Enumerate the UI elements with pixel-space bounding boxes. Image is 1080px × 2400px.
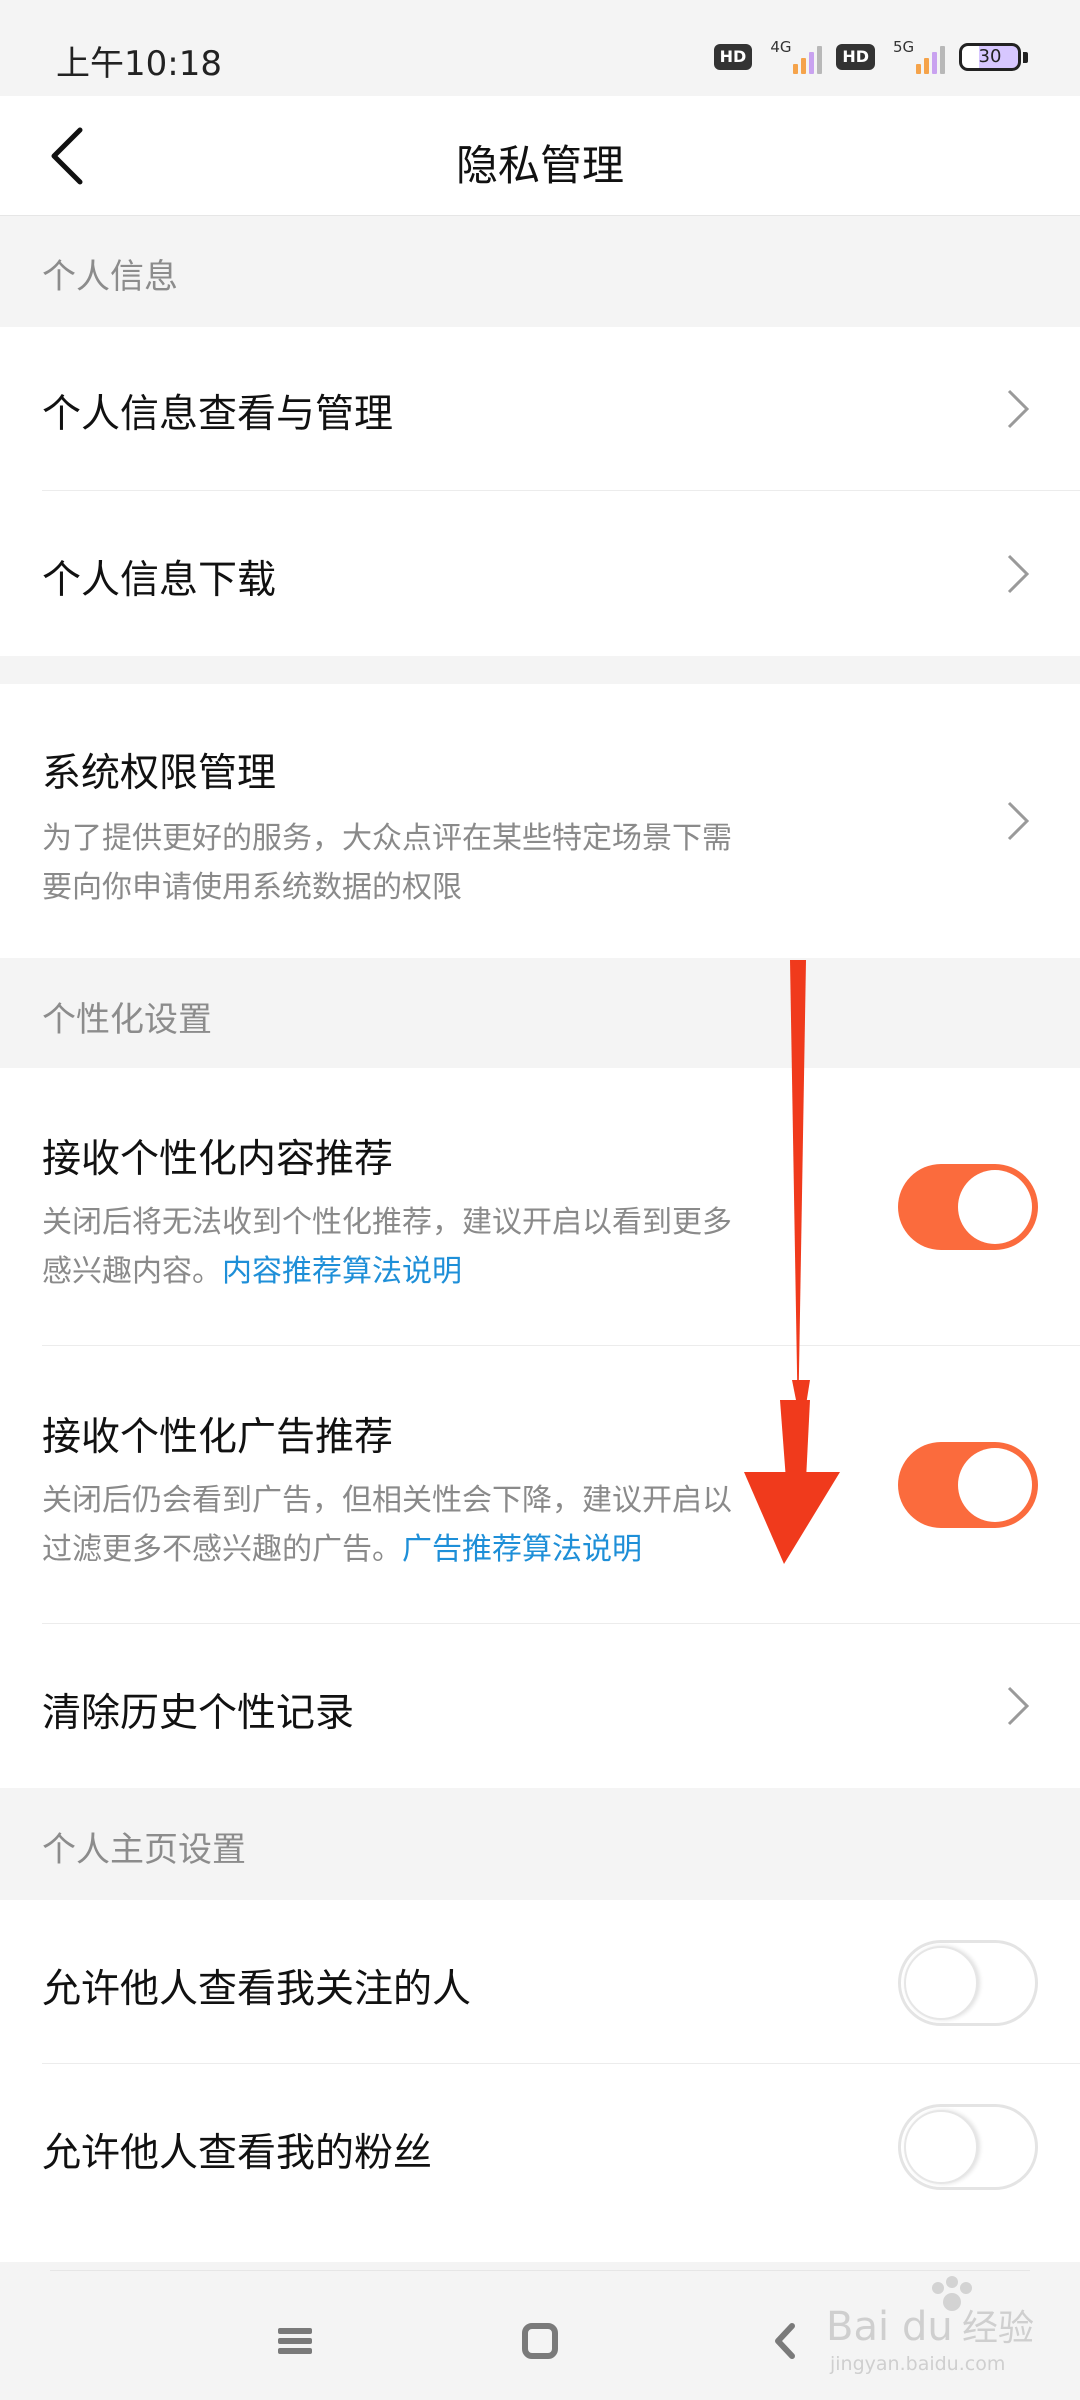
chevron-right-icon (1007, 801, 1030, 841)
section-header-personal-info: 个人信息 (0, 217, 1080, 327)
row-title: 系统权限管理 (42, 751, 277, 796)
row-personal-info-download[interactable]: 个人信息下载 (0, 491, 1080, 656)
desc-line: 过滤更多不感兴趣的广告。 (42, 1532, 402, 1567)
row-content-recommendation: 接收个性化内容推荐 关闭后将无法收到个性化推荐，建议开启以看到更多 感兴趣内容。… (0, 1068, 1080, 1346)
row-title: 接收个性化广告推荐 (42, 1415, 394, 1460)
row-title: 个人信息下载 (42, 558, 277, 603)
ad-algorithm-link[interactable]: 广告推荐算法说明 (402, 1532, 642, 1567)
content-algorithm-link[interactable]: 内容推荐算法说明 (222, 1254, 462, 1289)
desc-line: 感兴趣内容。 (42, 1254, 222, 1289)
page-title: 隐私管理 (455, 141, 624, 190)
hd-badge: HD (713, 44, 753, 70)
watermark-cn: 经验 (962, 2308, 1034, 2349)
row-title: 接收个性化内容推荐 (42, 1137, 394, 1182)
battery-level: 30 (959, 43, 1021, 71)
battery-icon: 30 (959, 43, 1028, 71)
network-label: 4G (770, 38, 792, 56)
status-bar: 上午10:18 HD 4G HD 5G 30 (0, 0, 1080, 96)
watermark-url: jingyan.baidu.com (829, 2353, 1005, 2375)
watermark-brand-suffix: du (902, 2304, 953, 2350)
section-header-label: 个人信息 (42, 257, 178, 297)
row-title: 清除历史个性记录 (42, 1691, 355, 1736)
row-personal-info-manage[interactable]: 个人信息查看与管理 (0, 327, 1080, 491)
status-icons: HD 4G HD 5G 30 (713, 38, 1028, 74)
view-following-toggle[interactable] (898, 1940, 1038, 2026)
row-title: 个人信息查看与管理 (42, 392, 394, 437)
section-header-personalization: 个性化设置 (0, 958, 1080, 1068)
network-label: 5G (893, 38, 915, 56)
section-header-profile: 个人主页设置 (0, 1788, 1080, 1900)
menu-button[interactable] (256, 2302, 336, 2382)
desc-line: 关闭后将无法收到个性化推荐，建议开启以看到更多 (42, 1205, 732, 1240)
row-title: 允许他人查看我的粉丝 (42, 2131, 433, 2176)
back-triangle-icon (775, 2323, 795, 2359)
row-description: 为了提供更好的服务，大众点评在某些特定场景下需 要向你申请使用系统数据的权限 (42, 814, 822, 912)
home-button[interactable] (500, 2302, 580, 2382)
chevron-right-icon (1007, 389, 1030, 429)
chevron-right-icon (1007, 554, 1030, 594)
row-title: 允许他人查看我关注的人 (42, 1967, 472, 2012)
row-description: 关闭后将无法收到个性化推荐，建议开启以看到更多 感兴趣内容。内容推荐算法说明 (42, 1198, 822, 1296)
section-header-label: 个性化设置 (42, 1000, 212, 1040)
desc-line: 关闭后仍会看到广告，但相关性会下降，建议开启以 (42, 1483, 732, 1518)
row-system-permissions[interactable]: 系统权限管理 为了提供更好的服务，大众点评在某些特定场景下需 要向你申请使用系统… (0, 684, 1080, 958)
desc-line: 为了提供更好的服务，大众点评在某些特定场景下需 (42, 821, 732, 856)
ad-recommendation-toggle[interactable] (898, 1442, 1038, 1528)
home-icon (522, 2323, 558, 2359)
watermark-brand: Bai (826, 2304, 889, 2350)
content-recommendation-toggle[interactable] (898, 1164, 1038, 1250)
chevron-right-icon (1007, 1686, 1030, 1726)
status-time: 上午10:18 (56, 44, 222, 84)
signal-4g-icon: 4G (766, 38, 823, 74)
app-header: 隐私管理 (0, 96, 1080, 216)
section-header-label: 个人主页设置 (42, 1830, 246, 1870)
row-clear-history[interactable]: 清除历史个性记录 (0, 1624, 1080, 1788)
menu-icon (278, 2328, 312, 2354)
row-allow-view-fans: 允许他人查看我的粉丝 (0, 2064, 1080, 2262)
row-ad-recommendation: 接收个性化广告推荐 关闭后仍会看到广告，但相关性会下降，建议开启以 过滤更多不感… (0, 1346, 1080, 1624)
row-description: 关闭后仍会看到广告，但相关性会下降，建议开启以 过滤更多不感兴趣的广告。广告推荐… (42, 1476, 822, 1574)
system-back-button[interactable] (746, 2302, 826, 2382)
row-allow-view-following: 允许他人查看我关注的人 (0, 1900, 1080, 2064)
desc-line: 要向你申请使用系统数据的权限 (42, 870, 462, 905)
baidu-watermark-icon: Bai du 经验 jingyan.baidu.com (826, 2276, 1034, 2375)
signal-5g-icon: 5G (889, 38, 945, 74)
hd-badge: HD (836, 44, 875, 70)
view-fans-toggle[interactable] (898, 2104, 1038, 2190)
